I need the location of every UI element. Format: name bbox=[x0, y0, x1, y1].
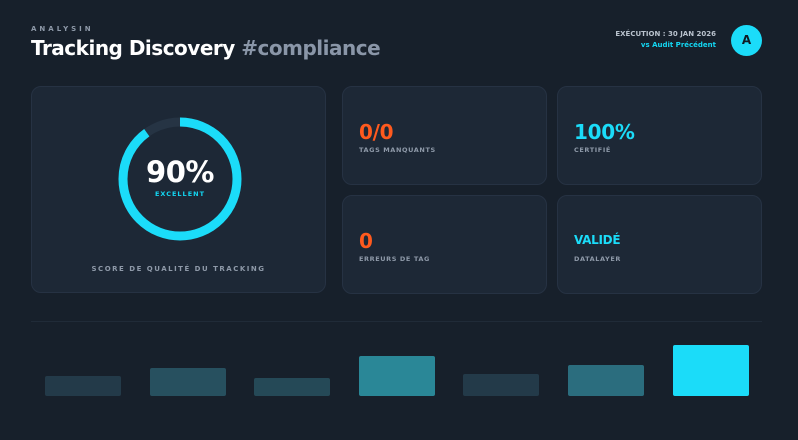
stat-value: 0 bbox=[359, 229, 373, 253]
trend-bar bbox=[672, 345, 749, 396]
score-rating: EXCELLENT bbox=[154, 190, 206, 198]
trend-bar bbox=[149, 368, 226, 396]
score-card: 90% EXCELLENT SCORE DE QUALITÉ DU TRACKI… bbox=[31, 86, 326, 293]
stat-value: VALIDÉ bbox=[574, 233, 621, 247]
avatar[interactable]: A bbox=[731, 25, 762, 56]
execution-date: EXÉCUTION : 30 JAN 2026 bbox=[615, 30, 716, 38]
page-title: Tracking Discovery #compliance bbox=[31, 36, 381, 60]
page-title-main: Tracking Discovery bbox=[31, 36, 235, 60]
stat-card-tag-errors[interactable]: 0 ERREURS DE TAG bbox=[342, 195, 547, 294]
trend-bar bbox=[463, 374, 540, 396]
execution-info: EXÉCUTION : 30 JAN 2026 vs Audit Précéde… bbox=[615, 29, 716, 51]
stat-label: ERREURS DE TAG bbox=[359, 255, 430, 263]
score-value: 90% bbox=[146, 155, 214, 189]
stat-value: 100% bbox=[574, 120, 635, 144]
stat-card-certified[interactable]: 100% CERTIFIÉ bbox=[557, 86, 762, 185]
stat-label: CERTIFIÉ bbox=[574, 146, 611, 154]
stat-label: TAGS MANQUANTS bbox=[359, 146, 436, 154]
stat-card-datalayer[interactable]: VALIDÉ DATALAYER bbox=[557, 195, 762, 294]
comparison-link[interactable]: vs Audit Précédent bbox=[615, 40, 716, 51]
stat-value: 0/0 bbox=[359, 120, 394, 144]
stat-card-missing-tags[interactable]: 0/0 TAGS MANQUANTS bbox=[342, 86, 547, 185]
page-title-tag: #compliance bbox=[241, 36, 381, 60]
score-caption: SCORE DE QUALITÉ DU TRACKING bbox=[91, 265, 266, 273]
trend-bar bbox=[358, 356, 435, 396]
brand-label: ANALYSIN bbox=[31, 25, 94, 33]
trend-bar bbox=[254, 378, 331, 396]
trend-bar bbox=[568, 365, 644, 396]
section-divider bbox=[31, 321, 762, 322]
stat-label: DATALAYER bbox=[574, 255, 621, 263]
trend-bar bbox=[45, 376, 121, 396]
